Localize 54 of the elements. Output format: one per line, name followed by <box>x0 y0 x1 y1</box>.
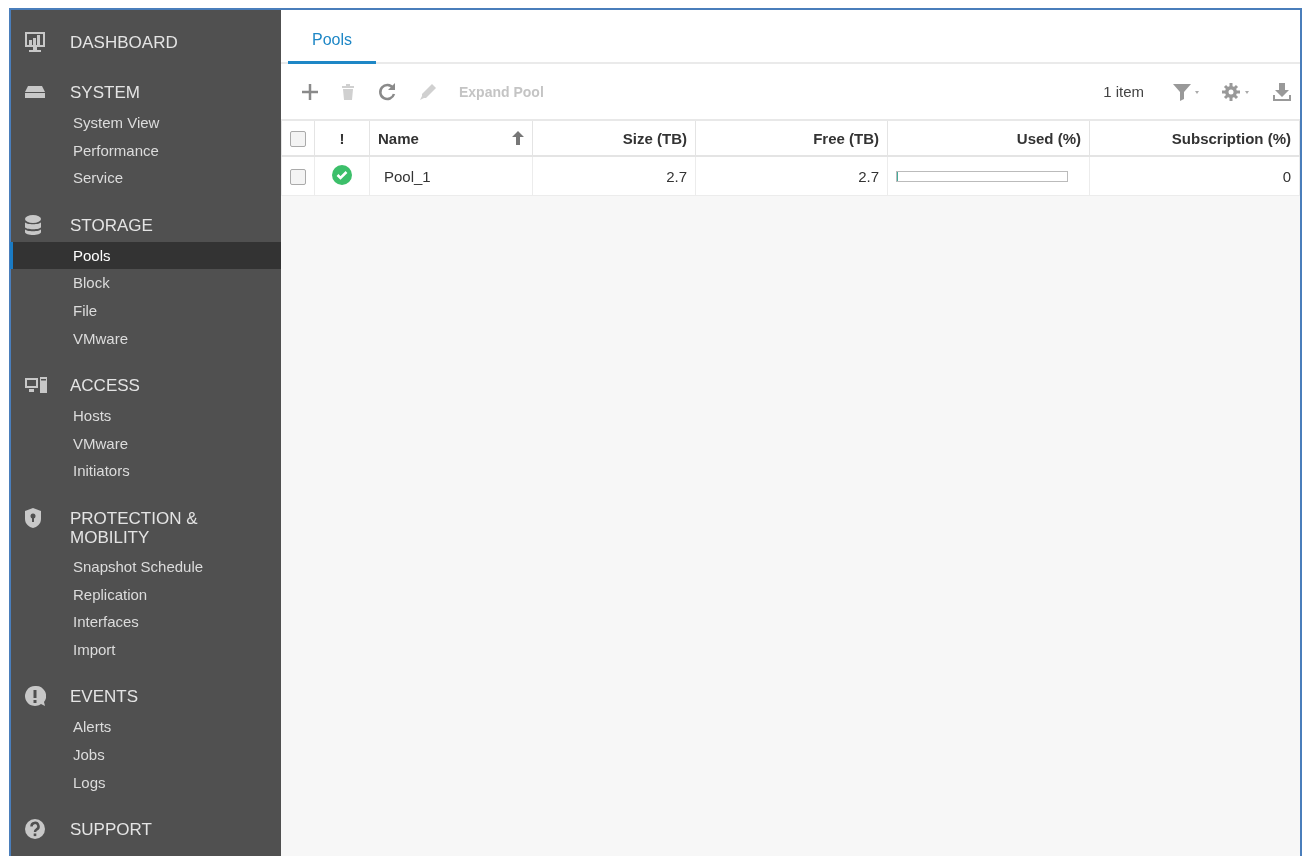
section-title[interactable]: STORAGE <box>70 213 240 235</box>
sidebar-item[interactable]: Performance <box>10 136 281 165</box>
sidebar-item[interactable]: Block <box>10 269 281 297</box>
help-icon <box>24 818 46 841</box>
section-title[interactable]: EVENTS <box>70 685 240 707</box>
sidebar-item[interactable]: System View <box>10 109 281 137</box>
trash-icon <box>341 82 355 101</box>
filter-button[interactable] <box>1172 82 1200 101</box>
sidebar-item[interactable]: Hosts <box>10 402 281 430</box>
table-cell: 0 <box>1089 156 1300 196</box>
alert-bubble-icon <box>24 685 46 708</box>
column-header[interactable]: Used (%) <box>887 120 1090 156</box>
download-button[interactable] <box>1272 81 1292 102</box>
column-header[interactable]: Name <box>369 120 533 156</box>
section-title[interactable]: SUPPORT <box>70 818 240 840</box>
shield-icon <box>24 506 42 529</box>
column-header[interactable]: Free (TB) <box>695 120 888 156</box>
select-all-checkbox[interactable] <box>290 131 306 147</box>
table-cell: 2.7 <box>695 156 888 196</box>
section-title[interactable]: SYSTEM <box>70 81 240 102</box>
sidebar-item[interactable]: VMware <box>10 429 281 458</box>
section-title[interactable]: ACCESS <box>70 374 240 396</box>
refresh-icon <box>377 81 397 102</box>
sidebar-item[interactable]: File <box>10 296 281 325</box>
sidebar-item[interactable]: Interfaces <box>10 608 281 636</box>
add-icon <box>301 82 319 101</box>
section-title[interactable]: PROTECTION & MOBILITY <box>70 506 240 547</box>
sidebar-item[interactable]: Pools <box>10 241 281 270</box>
column-header[interactable]: Size (TB) <box>532 120 696 156</box>
settings-button[interactable] <box>1222 82 1250 101</box>
sidebar-item[interactable]: Import <box>10 635 281 664</box>
database-icon <box>24 213 42 236</box>
sidebar-item[interactable]: Service <box>10 164 281 192</box>
sidebar-item[interactable]: Logs <box>10 768 281 797</box>
row-checkbox[interactable] <box>290 169 306 185</box>
column-header[interactable]: ! <box>314 120 370 156</box>
pencil-icon <box>419 82 437 101</box>
sidebar-item[interactable]: Alerts <box>10 713 281 741</box>
sidebar-item[interactable]: Replication <box>10 580 281 609</box>
add-button[interactable] <box>301 82 319 101</box>
item-count: 1 item <box>1103 83 1144 100</box>
refresh-button[interactable] <box>377 81 397 102</box>
column-label: Name <box>378 129 419 147</box>
section-title[interactable]: DASHBOARD <box>70 31 240 52</box>
table-cell-text: Pool_1 <box>383 167 431 185</box>
sidebar-item[interactable]: VMware <box>10 324 281 353</box>
computer-tower-icon <box>24 376 48 395</box>
column-header[interactable]: Subscription (%) <box>1089 120 1300 156</box>
server-icon <box>24 85 46 99</box>
sidebar-item[interactable]: Snapshot Schedule <box>10 552 281 581</box>
sidebar-item[interactable]: Jobs <box>10 740 281 769</box>
sidebar-item[interactable]: Initiators <box>10 457 281 485</box>
table-cell: 2.7 <box>532 156 696 196</box>
monitor-chart-icon <box>24 31 46 53</box>
